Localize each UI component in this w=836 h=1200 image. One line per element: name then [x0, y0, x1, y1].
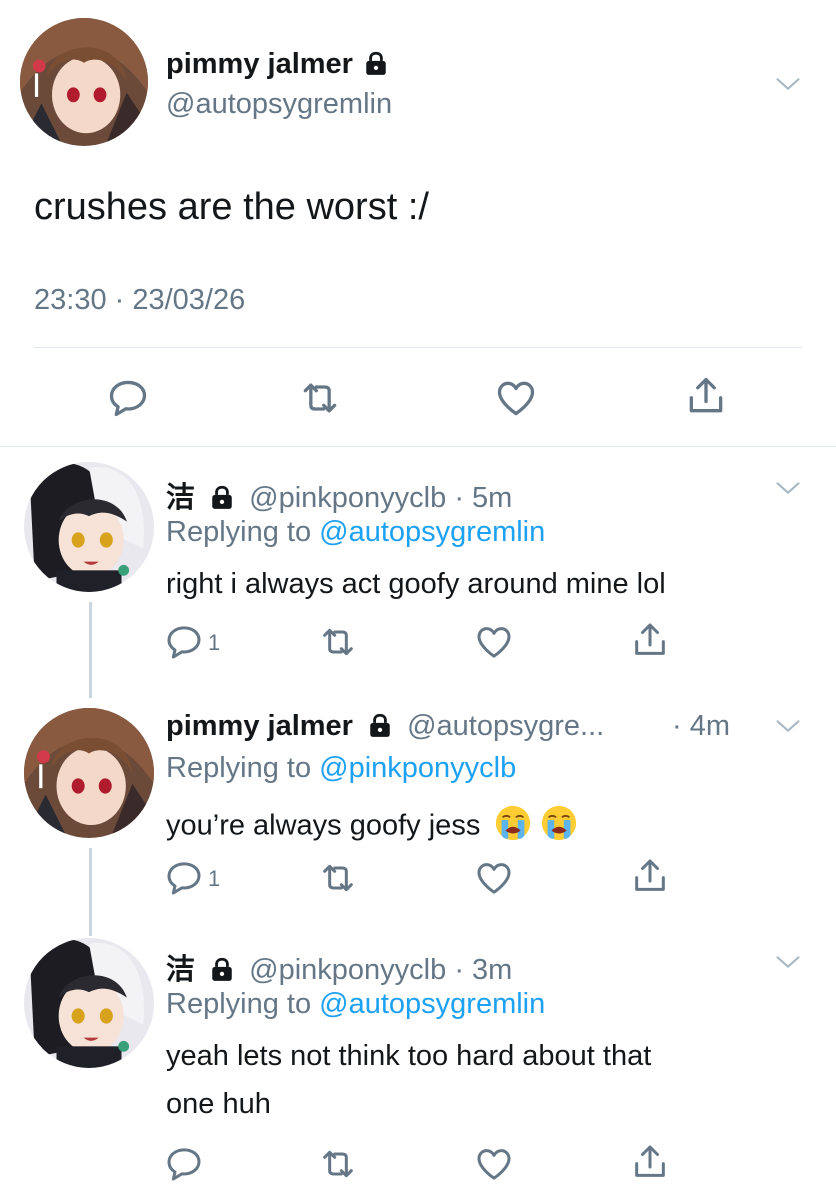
reply-time[interactable]: · 3m	[454, 954, 512, 986]
reply-time[interactable]: · 5m	[454, 482, 512, 514]
reply-time[interactable]: · 4m	[672, 710, 730, 743]
reply-header: pimmy jalmer @autopsygre...	[166, 710, 604, 743]
lock-icon	[367, 712, 393, 738]
reply-avatar[interactable]	[24, 938, 154, 1068]
share-icon[interactable]	[630, 620, 670, 660]
reply-count: 1	[208, 630, 221, 655]
like-icon[interactable]	[474, 1144, 514, 1184]
main-handle[interactable]: @autopsygremlin	[166, 88, 392, 121]
reply-display-name[interactable]: 洁	[166, 954, 195, 986]
thread-line	[89, 602, 92, 698]
reply-display-name[interactable]: 洁	[166, 482, 195, 514]
share-icon[interactable]	[630, 856, 670, 896]
reply-count: 1	[208, 866, 221, 891]
replying-to-link[interactable]: @autopsygremlin	[319, 516, 545, 548]
replying-to-line: Replying to @autopsygremlin	[166, 516, 545, 549]
reply-text-line-2: one huh	[166, 1088, 271, 1120]
retweet-icon[interactable]	[298, 376, 342, 420]
chevron-down-icon[interactable]	[774, 474, 802, 507]
replying-to-link[interactable]: @autopsygremlin	[319, 988, 545, 1020]
replying-to-label: Replying to	[166, 752, 312, 784]
reply-icon[interactable]	[164, 1144, 204, 1184]
reply-text-line: you’re always goofy jess 😭 😭	[166, 804, 578, 850]
main-tweet-text: crushes are the worst :/	[34, 186, 429, 228]
reply-text: right i always act goofy around mine lol	[166, 568, 666, 600]
reply-handle[interactable]: @pinkponyyclb	[249, 482, 446, 514]
lock-icon	[363, 50, 389, 76]
like-icon[interactable]	[494, 376, 538, 420]
replying-to-line: Replying to @pinkponyyclb	[166, 752, 516, 785]
reply-text: you’re always goofy jess	[166, 809, 481, 842]
replying-to-label: Replying to	[166, 988, 312, 1020]
reply-handle[interactable]: @pinkponyyclb	[249, 954, 446, 986]
reply-icon[interactable]	[164, 858, 204, 898]
lock-icon	[209, 956, 235, 982]
reply-text-line-1: yeah lets not think too hard about that	[166, 1040, 652, 1072]
main-header: pimmy jalmer	[166, 48, 389, 81]
reply-icon[interactable]	[106, 376, 150, 420]
like-icon[interactable]	[474, 858, 514, 898]
main-avatar[interactable]	[20, 18, 148, 146]
reply-icon[interactable]	[164, 622, 204, 662]
reply-header: 洁 @pinkponyyclb · 3m	[166, 946, 512, 988]
main-timestamp[interactable]: 23:30 · 23/03/26	[34, 284, 245, 317]
retweet-icon[interactable]	[318, 1144, 358, 1184]
reply-handle[interactable]: @autopsygre...	[407, 710, 604, 742]
main-display-name[interactable]: pimmy jalmer	[166, 48, 353, 80]
reply-avatar[interactable]	[24, 708, 154, 838]
replying-to-line: Replying to @autopsygremlin	[166, 988, 545, 1021]
retweet-icon[interactable]	[318, 858, 358, 898]
crying-emoji-icon: 😭	[494, 804, 532, 850]
divider	[34, 347, 802, 348]
crying-emoji-icon: 😭	[540, 804, 578, 850]
share-icon[interactable]	[684, 374, 728, 418]
retweet-icon[interactable]	[318, 622, 358, 662]
divider	[0, 446, 836, 447]
lock-icon	[209, 484, 235, 510]
thread-line	[89, 848, 92, 936]
replying-to-link[interactable]: @pinkponyyclb	[319, 752, 516, 784]
reply-avatar[interactable]	[24, 462, 154, 592]
reply-display-name[interactable]: pimmy jalmer	[166, 710, 353, 742]
reply-header: 洁 @pinkponyyclb · 5m	[166, 474, 512, 516]
like-icon[interactable]	[474, 622, 514, 662]
share-icon[interactable]	[630, 1142, 670, 1182]
chevron-down-icon[interactable]	[774, 712, 802, 745]
chevron-down-icon[interactable]	[774, 70, 802, 103]
replying-to-label: Replying to	[166, 516, 312, 548]
chevron-down-icon[interactable]	[774, 948, 802, 981]
